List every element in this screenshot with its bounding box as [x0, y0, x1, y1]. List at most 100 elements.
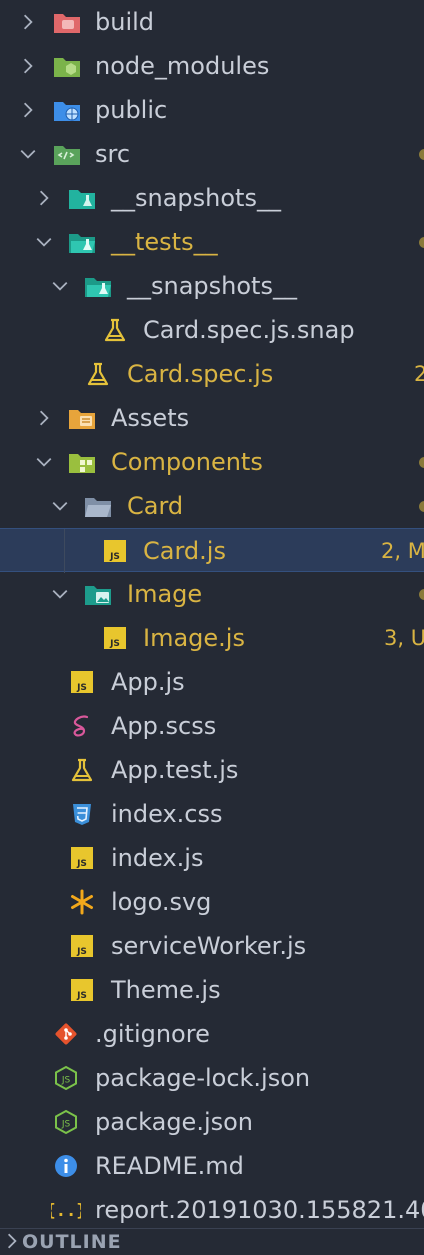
- tree-item-build[interactable]: build: [0, 0, 424, 44]
- folder-image-icon: [83, 580, 113, 608]
- git-status-dot: [419, 457, 424, 468]
- tree-item-index-js[interactable]: JS index.js: [0, 836, 424, 880]
- chevron-down-icon[interactable]: [34, 448, 54, 476]
- tree-item-label: Components: [111, 448, 263, 476]
- tree-item-src[interactable]: src: [0, 132, 424, 176]
- tree-item-image-js[interactable]: JS Image.js 3, U: [0, 616, 424, 660]
- tree-item-app-test[interactable]: App.test.js: [0, 748, 424, 792]
- chevron-down-icon[interactable]: [18, 140, 38, 168]
- tree-item-label: __tests__: [111, 228, 218, 256]
- chevron-down-icon[interactable]: [34, 228, 54, 256]
- folder-open-icon: [83, 492, 113, 520]
- tree-item-label: __snapshots__: [111, 184, 281, 212]
- tree-item-label: public: [95, 96, 168, 124]
- tree-item-card-spec-snap[interactable]: Card.spec.js.snap: [0, 308, 424, 352]
- tree-item-label: index.css: [111, 800, 223, 828]
- problem-badge: 2, M: [381, 539, 424, 563]
- svg-text:JS: JS: [61, 1120, 71, 1130]
- tree-item-snapshots[interactable]: __snapshots__: [0, 176, 424, 220]
- git-status-dot: [419, 237, 424, 248]
- tree-item-readme[interactable]: README.md: [0, 1144, 424, 1188]
- svg-text:JS: JS: [76, 991, 87, 1001]
- tree-item-label: package-lock.json: [95, 1064, 311, 1092]
- nodejs-icon: JS: [51, 1108, 81, 1136]
- chevron-down-icon[interactable]: [50, 272, 70, 300]
- svg-text:JS: JS: [61, 1076, 71, 1086]
- folder-build-icon: [52, 8, 82, 36]
- tree-item-label: src: [95, 140, 131, 168]
- svg-text:JS: JS: [109, 552, 120, 562]
- folder-public-icon: [52, 96, 82, 124]
- tree-item-label: Card: [127, 492, 184, 520]
- svg-text:{..}: {..}: [51, 1201, 81, 1221]
- tree-item-label: Card.spec.js.snap: [143, 316, 355, 344]
- indent-guide: [64, 529, 65, 573]
- tree-item-logo-svg[interactable]: logo.svg: [0, 880, 424, 924]
- sass-icon: [67, 712, 97, 740]
- tree-item-label: Card.js: [143, 537, 226, 565]
- tree-item-app-js[interactable]: JS App.js: [0, 660, 424, 704]
- outline-section-header[interactable]: OUTLINE: [0, 1228, 424, 1253]
- js-file-icon: JS: [67, 976, 97, 1004]
- problem-badge: 3, U: [384, 626, 424, 650]
- git-status-dot: [419, 501, 424, 512]
- tree-item-card-js[interactable]: JS Card.js 2, M: [0, 528, 424, 573]
- tree-item-card-spec[interactable]: Card.spec.js 2: [0, 352, 424, 396]
- tree-item-package-json[interactable]: JS package.json: [0, 1100, 424, 1144]
- folder-test-open-icon: [83, 272, 113, 300]
- tree-item-assets[interactable]: Assets: [0, 396, 424, 440]
- tree-item-label: Assets: [111, 404, 190, 432]
- tree-item-label: report.20191030.155821.40: [95, 1196, 424, 1224]
- folder-test-open-icon: [67, 228, 97, 256]
- chevron-right-icon[interactable]: [18, 96, 38, 124]
- tree-item-label: build: [95, 8, 155, 36]
- tree-item-node-modules[interactable]: node_modules: [0, 44, 424, 88]
- svg-text:JS: JS: [76, 947, 87, 957]
- tree-item-label: Theme.js: [111, 976, 221, 1004]
- folder-assets-icon: [67, 404, 97, 432]
- tree-item-service-worker[interactable]: JS serviceWorker.js: [0, 924, 424, 968]
- problem-badge: 2: [414, 362, 424, 386]
- chevron-right-icon[interactable]: [34, 184, 54, 212]
- flask-icon: [67, 756, 97, 784]
- tree-item-components[interactable]: Components: [0, 440, 424, 484]
- file-explorer-tree: build node_modules public src __snapshot…: [0, 0, 424, 1232]
- svg-text:JS: JS: [76, 683, 87, 693]
- tree-item-label: App.test.js: [111, 756, 239, 784]
- tree-item-image-folder[interactable]: Image: [0, 572, 424, 616]
- tree-item-theme-js[interactable]: JS Theme.js: [0, 968, 424, 1012]
- json-braces-icon: {..}: [51, 1196, 81, 1224]
- tree-item-gitignore[interactable]: .gitignore: [0, 1012, 424, 1056]
- folder-src-icon: [52, 140, 82, 168]
- folder-test-icon: [67, 184, 97, 212]
- tree-item-index-css[interactable]: index.css: [0, 792, 424, 836]
- flask-icon: [100, 316, 130, 344]
- flask-icon: [83, 360, 113, 388]
- tree-item-label: __snapshots__: [127, 272, 297, 300]
- chevron-right-icon[interactable]: [18, 52, 38, 80]
- nodejs-icon: JS: [51, 1064, 81, 1092]
- tree-item-label: package.json: [95, 1108, 254, 1136]
- tree-item-package-lock[interactable]: JS package-lock.json: [0, 1056, 424, 1100]
- git-status-dot: [419, 589, 424, 600]
- chevron-right-icon[interactable]: [2, 1229, 22, 1253]
- css-icon: [67, 800, 97, 828]
- chevron-right-icon[interactable]: [18, 8, 38, 36]
- js-file-icon: JS: [100, 537, 130, 565]
- tree-item-tests-snapshots[interactable]: __snapshots__: [0, 264, 424, 308]
- svg-text:JS: JS: [76, 859, 87, 869]
- tree-item-public[interactable]: public: [0, 88, 424, 132]
- tree-item-label: Image.js: [143, 624, 245, 652]
- folder-node-icon: [52, 52, 82, 80]
- js-file-icon: JS: [100, 624, 130, 652]
- tree-item-label: index.js: [111, 844, 204, 872]
- chevron-right-icon[interactable]: [34, 404, 54, 432]
- tree-item-report[interactable]: {..} report.20191030.155821.40: [0, 1188, 424, 1232]
- tree-item-card-folder[interactable]: Card: [0, 484, 424, 528]
- tree-item-app-scss[interactable]: App.scss: [0, 704, 424, 748]
- js-file-icon: JS: [67, 844, 97, 872]
- tree-item-tests[interactable]: __tests__: [0, 220, 424, 264]
- chevron-down-icon[interactable]: [50, 580, 70, 608]
- outline-title: OUTLINE: [22, 1231, 122, 1253]
- chevron-down-icon[interactable]: [50, 492, 70, 520]
